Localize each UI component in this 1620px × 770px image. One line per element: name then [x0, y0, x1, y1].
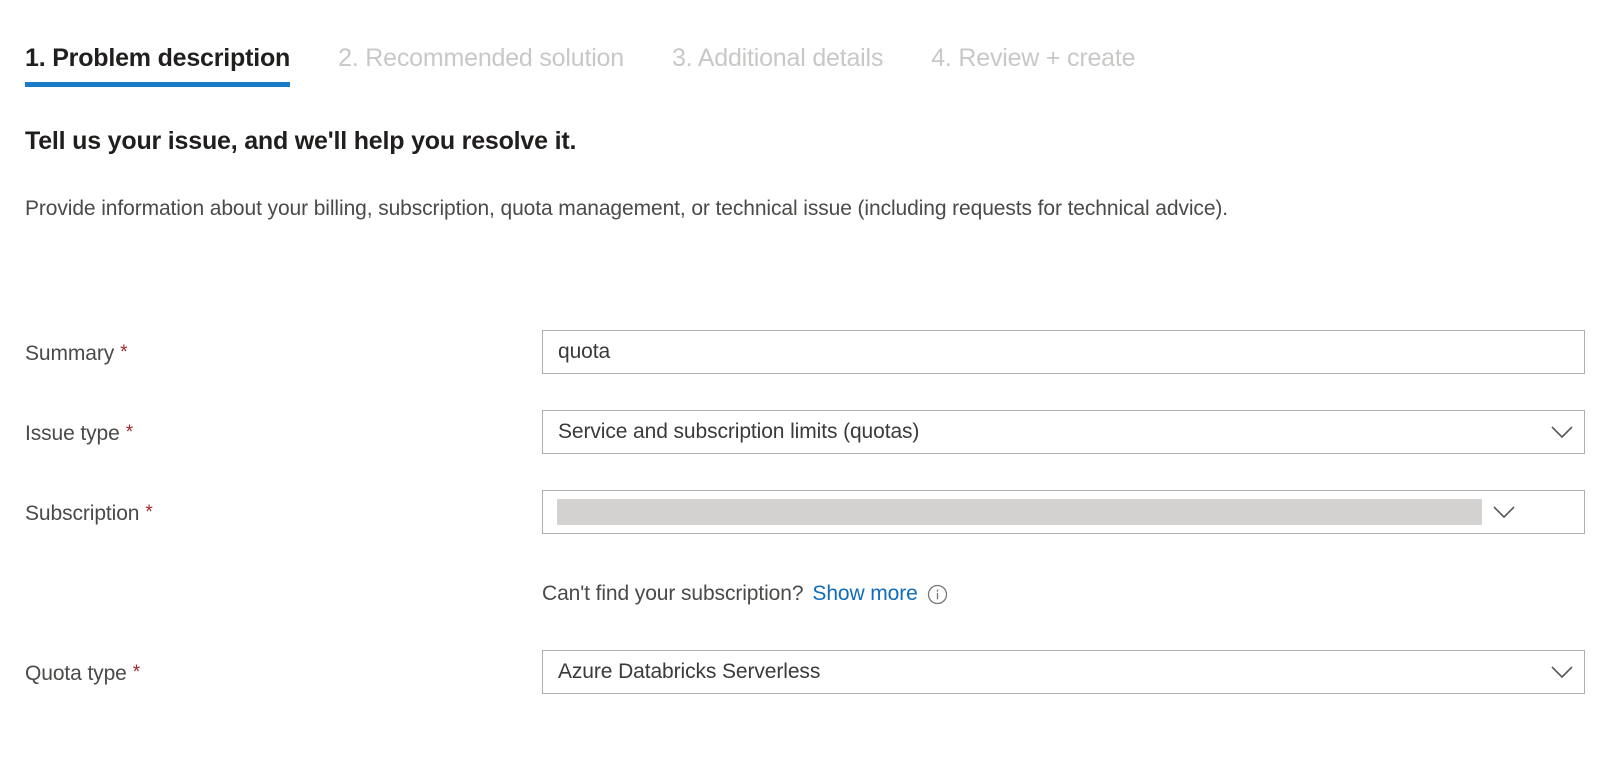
subscription-helper-text: Can't find your subscription? [542, 582, 803, 606]
quota-type-label: Quota type * [25, 662, 140, 686]
page-title: Tell us your issue, and we'll help you r… [25, 127, 576, 156]
form-row-subscription: Subscription * [0, 480, 1620, 560]
problem-description-form: Summary * quota Issue type * Service and s… [0, 320, 1620, 720]
issue-type-selected-value: Service and subscription limits (quotas) [543, 420, 1540, 444]
tab-label: 2. Recommended solution [338, 44, 624, 72]
wizard-tab-strip: 1. Problem description 2. Recommended so… [25, 44, 1135, 94]
tab-label: 3. Additional details [672, 44, 883, 72]
form-row-summary: Summary * quota [0, 320, 1620, 400]
required-marker: * [120, 342, 127, 363]
tab-additional-details[interactable]: 3. Additional details [672, 44, 883, 87]
required-marker: * [126, 422, 133, 443]
chevron-down-icon[interactable] [1482, 506, 1526, 519]
subscription-label-text: Subscription [25, 502, 139, 525]
subscription-label: Subscription * [25, 502, 153, 526]
issue-type-label-text: Issue type [25, 422, 120, 445]
issue-type-select[interactable]: Service and subscription limits (quotas) [542, 410, 1585, 454]
info-circle-icon[interactable] [927, 584, 948, 605]
chevron-down-icon[interactable] [1540, 666, 1584, 679]
subscription-redacted-value [557, 499, 1482, 525]
show-more-link[interactable]: Show more [812, 582, 917, 606]
form-row-issue-type: Issue type * Service and subscription lim… [0, 400, 1620, 480]
quota-type-select[interactable]: Azure Databricks Serverless [542, 650, 1585, 694]
subscription-select[interactable] [542, 490, 1585, 534]
summary-label-text: Summary [25, 342, 114, 365]
summary-label: Summary * [25, 342, 127, 366]
summary-input[interactable]: quota [542, 330, 1585, 374]
quota-type-selected-value: Azure Databricks Serverless [543, 660, 1540, 684]
required-marker: * [133, 662, 140, 683]
issue-type-label: Issue type * [25, 422, 133, 446]
form-row-quota-type: Quota type * Azure Databricks Serverless [0, 640, 1620, 720]
summary-input-value: quota [543, 340, 1584, 364]
tab-review-create[interactable]: 4. Review + create [931, 44, 1135, 87]
required-marker: * [145, 502, 152, 523]
tab-label: 4. Review + create [931, 44, 1135, 72]
tab-active-underline [25, 82, 290, 87]
tab-problem-description[interactable]: 1. Problem description [25, 44, 290, 87]
page-description: Provide information about your billing, … [25, 191, 1515, 226]
quota-type-label-text: Quota type [25, 662, 127, 685]
tab-recommended-solution[interactable]: 2. Recommended solution [338, 44, 624, 87]
chevron-down-icon[interactable] [1540, 426, 1584, 439]
tab-label: 1. Problem description [25, 44, 290, 72]
subscription-helper-row: Can't find your subscription? Show more [542, 582, 948, 606]
